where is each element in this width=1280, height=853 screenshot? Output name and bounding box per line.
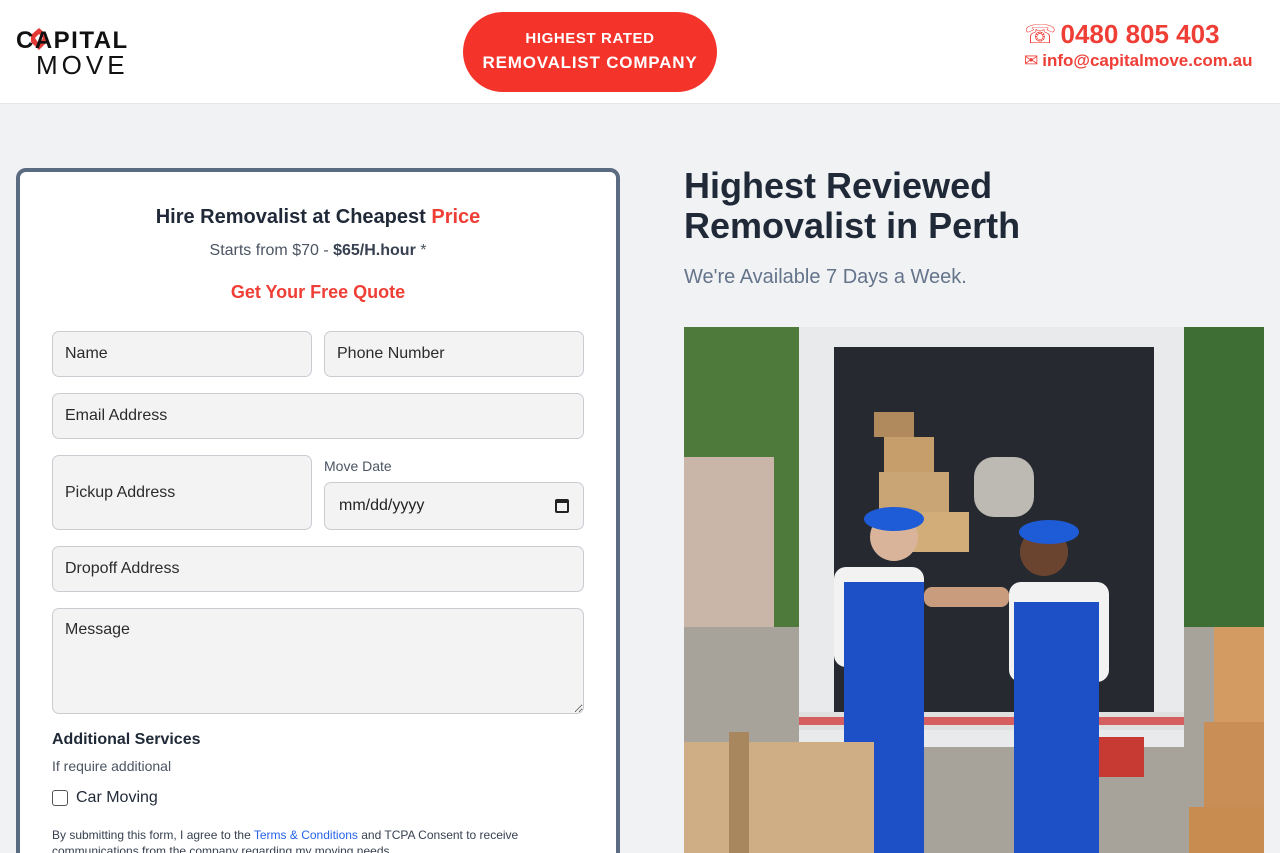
move-date-label: Move Date <box>324 458 392 474</box>
phone-input[interactable] <box>324 331 584 377</box>
hero-title-line1: Highest Reviewed <box>684 165 993 206</box>
move-date-value: mm/dd/yyyy <box>339 497 425 514</box>
subtitle-rate: $65/H.hour <box>333 242 416 259</box>
badge-line2: REMOVALIST COMPANY <box>482 53 698 72</box>
name-input[interactable] <box>52 331 312 377</box>
phone-link[interactable]: ☏ 0480 805 403 <box>1024 18 1264 50</box>
move-date-input[interactable]: mm/dd/yyyy <box>324 482 584 530</box>
free-quote-heading: Get Your Free Quote <box>230 282 406 302</box>
car-moving-checkbox[interactable] <box>52 790 68 806</box>
contact-info: ☏ 0480 805 403 ✉ info@capitalmove.com.au <box>1024 18 1264 72</box>
terms-link[interactable]: Terms & Conditions <box>254 828 358 842</box>
consent-text: By submitting this form, I agree to the … <box>52 827 572 853</box>
car-moving-option[interactable]: Car Moving <box>52 789 158 807</box>
dropoff-address-input[interactable] <box>52 546 584 592</box>
movers-photo <box>684 327 1264 853</box>
additional-services-title: Additional Services <box>52 731 201 748</box>
email-link[interactable]: ✉ info@capitalmove.com.au <box>1024 50 1264 72</box>
consent-prefix: By submitting this form, I agree to the <box>52 828 254 842</box>
pickup-address-input[interactable] <box>52 455 312 530</box>
email-address: info@capitalmove.com.au <box>1042 51 1253 70</box>
hero-title-line2: Removalist in Perth <box>684 205 1021 246</box>
badge-line1: HIGHEST RATED <box>525 30 655 47</box>
calendar-icon[interactable] <box>555 499 569 513</box>
email-input[interactable] <box>52 393 584 439</box>
logo-line2: MOVE <box>36 50 129 80</box>
phone-number: 0480 805 403 <box>1060 19 1220 49</box>
car-moving-label[interactable]: Car Moving <box>76 789 158 807</box>
phone-icon: ☏ <box>1024 19 1057 49</box>
subtitle-suffix: * <box>415 242 427 259</box>
mail-icon: ✉ <box>1024 51 1039 70</box>
form-subtitle: Starts from $70 - $65/H.hour * <box>20 242 616 260</box>
form-title: Hire Removalist at Cheapest Price <box>20 206 616 229</box>
movers-truck-illustration <box>684 327 1264 853</box>
quote-form-card: Hire Removalist at Cheapest Price Starts… <box>16 168 620 853</box>
site-header: CAPITAL MOVE HIGHEST RATED REMOVALIST CO… <box>0 0 1280 104</box>
message-textarea[interactable] <box>52 608 584 714</box>
form-title-main: Hire Removalist at Cheapest <box>155 206 432 228</box>
subtitle-prefix: Starts from $70 - <box>209 242 334 259</box>
hero-subtitle: We're Available 7 Days a Week. <box>684 266 967 288</box>
hero-title: Highest Reviewed Removalist in Perth <box>684 166 1244 246</box>
capital-move-logo[interactable]: CAPITAL MOVE <box>16 28 138 80</box>
additional-services-subtitle: If require additional <box>52 758 172 774</box>
highest-rated-badge: HIGHEST RATED REMOVALIST COMPANY <box>463 12 717 92</box>
form-title-accent: Price <box>431 206 481 228</box>
